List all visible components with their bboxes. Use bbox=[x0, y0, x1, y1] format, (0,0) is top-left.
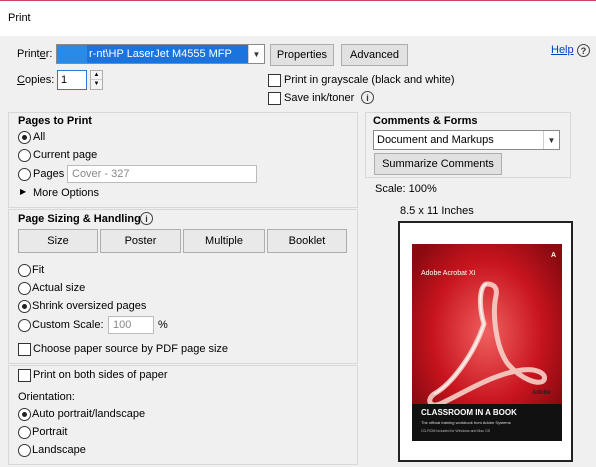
tab-booklet[interactable]: Booklet bbox=[267, 229, 347, 253]
custom-scale-input[interactable]: 100 bbox=[108, 316, 154, 334]
printer-select[interactable]: r-nt\HP LaserJet M4555 MFP ▼ bbox=[56, 44, 265, 64]
book-title-band: CLASSROOM IN A BOOK The official trainin… bbox=[412, 404, 562, 441]
more-options-toggle[interactable]: More Options bbox=[33, 187, 99, 199]
book-brand: Adobe Acrobat XI bbox=[421, 270, 476, 277]
info-icon[interactable]: i bbox=[140, 212, 153, 225]
portrait-radio[interactable] bbox=[18, 426, 31, 439]
copies-stepper[interactable]: ▲ ▼ bbox=[90, 70, 103, 90]
copies-input[interactable]: 1 bbox=[57, 70, 87, 90]
tab-poster[interactable]: Poster bbox=[100, 229, 181, 253]
paper-source-label: Choose paper source by PDF page size bbox=[33, 343, 229, 355]
pages-label: Pages bbox=[33, 168, 65, 180]
book-subtitle: The official training workbook from Adob… bbox=[421, 420, 511, 425]
both-sides-label: Print on both sides of paper bbox=[33, 369, 168, 381]
printer-name-highlight bbox=[57, 45, 87, 63]
current-page-radio[interactable] bbox=[18, 149, 31, 162]
publisher-logo: Adobe bbox=[532, 390, 551, 396]
shrink-radio[interactable] bbox=[18, 300, 31, 313]
fit-radio[interactable] bbox=[18, 264, 31, 277]
actual-size-radio[interactable] bbox=[18, 282, 31, 295]
actual-size-label: Actual size bbox=[32, 282, 86, 294]
pages-range-input[interactable]: Cover - 327 bbox=[67, 165, 257, 183]
comments-select[interactable]: Document and Markups ▼ bbox=[373, 130, 560, 150]
help-icon[interactable]: ? bbox=[577, 44, 590, 57]
page-sizing-title: Page Sizing & Handling bbox=[18, 213, 141, 225]
percent-label: % bbox=[158, 319, 168, 331]
advanced-button[interactable]: Advanced bbox=[341, 44, 408, 66]
landscape-radio[interactable] bbox=[18, 444, 31, 457]
summarize-comments-button[interactable]: Summarize Comments bbox=[374, 153, 502, 175]
stepper-up-icon[interactable]: ▲ bbox=[91, 71, 102, 80]
book-cover-image: Adobe Acrobat XI A Adobe CLASSROOM IN A … bbox=[412, 244, 562, 441]
both-sides-checkbox[interactable] bbox=[18, 369, 31, 382]
pages-radio[interactable] bbox=[18, 168, 31, 181]
properties-button[interactable]: Properties bbox=[270, 44, 334, 66]
comments-forms-title: Comments & Forms bbox=[373, 115, 478, 127]
save-ink-label: Save ink/toner bbox=[284, 92, 355, 104]
tab-size[interactable]: Size bbox=[18, 229, 98, 253]
preview-paper-size: 8.5 x 11 Inches bbox=[400, 205, 474, 217]
save-ink-checkbox[interactable] bbox=[268, 92, 281, 105]
book-headline: CLASSROOM IN A BOOK bbox=[421, 408, 517, 417]
tab-multiple[interactable]: Multiple bbox=[183, 229, 265, 253]
info-icon[interactable]: i bbox=[361, 91, 374, 104]
window-title: Print bbox=[8, 12, 31, 24]
chevron-down-icon[interactable]: ▼ bbox=[248, 45, 264, 63]
help-link[interactable]: Help bbox=[551, 44, 574, 56]
printer-label: Printer: bbox=[17, 48, 53, 60]
paper-source-checkbox[interactable] bbox=[18, 343, 31, 356]
auto-orientation-label: Auto portrait/landscape bbox=[32, 408, 146, 420]
adobe-logo-icon: A bbox=[551, 252, 557, 259]
portrait-label: Portrait bbox=[32, 426, 68, 438]
orientation-title: Orientation: bbox=[18, 391, 75, 403]
all-radio[interactable] bbox=[18, 131, 31, 144]
preview-page: Adobe Acrobat XI A Adobe CLASSROOM IN A … bbox=[398, 221, 573, 462]
custom-scale-radio[interactable] bbox=[18, 319, 31, 332]
auto-orientation-radio[interactable] bbox=[18, 408, 31, 421]
book-small-text: CD-ROM included for Windows and Mac OS bbox=[421, 429, 491, 433]
shrink-label: Shrink oversized pages bbox=[32, 300, 147, 312]
landscape-label: Landscape bbox=[32, 444, 86, 456]
custom-scale-label: Custom Scale: bbox=[32, 319, 104, 331]
printer-selected-value: r-nt\HP LaserJet M4555 MFP bbox=[87, 45, 249, 63]
stepper-down-icon[interactable]: ▼ bbox=[91, 80, 102, 89]
grayscale-label: Print in grayscale (black and white) bbox=[284, 74, 455, 86]
grayscale-checkbox[interactable] bbox=[268, 74, 281, 87]
current-page-label: Current page bbox=[33, 149, 98, 161]
title-bar bbox=[0, 0, 596, 36]
preview-scale: Scale: 100% bbox=[375, 183, 437, 195]
pages-to-print-title: Pages to Print bbox=[18, 115, 92, 127]
all-label: All bbox=[33, 131, 46, 143]
copies-label: Copies: bbox=[17, 74, 55, 86]
triangle-right-icon[interactable]: ▶ bbox=[20, 187, 26, 196]
chevron-down-icon[interactable]: ▼ bbox=[543, 131, 559, 149]
fit-label: Fit bbox=[32, 264, 45, 276]
comments-selected-value: Document and Markups bbox=[377, 134, 494, 146]
